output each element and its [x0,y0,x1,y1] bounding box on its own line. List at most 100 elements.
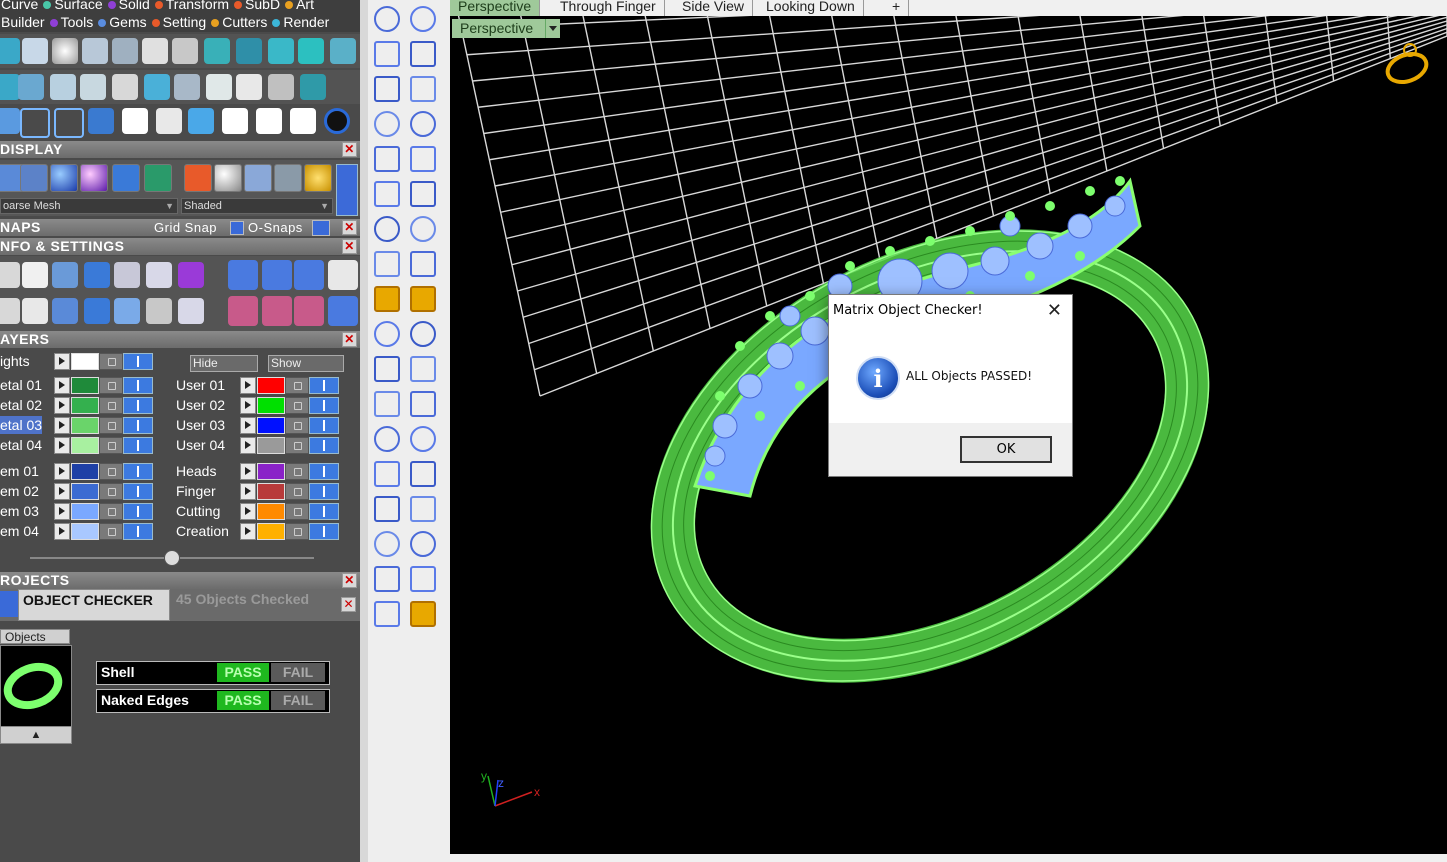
lock-icon[interactable] [285,463,309,480]
tool-icon[interactable] [206,74,232,100]
filter-icon[interactable] [114,298,140,324]
transform-icon[interactable] [262,296,292,326]
sphere-purple-icon[interactable] [80,164,108,192]
move-icon[interactable] [122,108,148,134]
layer-name[interactable]: etal 03 [0,416,43,434]
box-icon[interactable] [84,262,110,288]
add-tab-icon[interactable]: + [884,0,910,16]
tool-icon[interactable] [142,38,168,64]
transform-icon[interactable] [228,296,258,326]
visibility-toggle[interactable] [309,463,339,480]
hide-button[interactable]: Hide [190,355,258,372]
grid-snap-label[interactable]: Grid Snap [154,219,217,236]
visibility-toggle[interactable] [309,483,339,500]
draw-tool-icon[interactable] [410,391,436,417]
lock-icon[interactable] [99,417,123,434]
cube-purple-icon[interactable] [178,262,204,288]
lock-icon[interactable] [285,523,309,540]
tool-icon[interactable] [174,74,200,100]
layer-name[interactable]: Creation [176,522,229,540]
layer-name[interactable]: Cutting [176,502,220,520]
tool-icon[interactable] [300,74,326,100]
visibility-toggle[interactable] [123,417,153,434]
tab-perspective[interactable]: Perspective [450,0,541,16]
draw-tool-icon[interactable] [410,111,436,137]
sphere-icon[interactable] [50,164,78,192]
frame-icon[interactable] [294,260,324,290]
expand-arrow-icon[interactable] [240,483,256,500]
visibility-toggle[interactable] [309,437,339,454]
frame-icon[interactable] [262,260,292,290]
close-icon[interactable]: ✕ [1047,300,1062,321]
tool-icon[interactable] [268,38,294,64]
expand-arrow-icon[interactable] [54,437,70,454]
osnaps-label[interactable]: O-Snaps [248,219,303,236]
transform-icon[interactable] [294,296,324,326]
draw-tool-icon[interactable] [410,41,436,67]
search-icon[interactable] [22,262,48,288]
tool-icon[interactable] [144,74,170,100]
visibility-toggle[interactable] [123,397,153,414]
expand-arrow-icon[interactable] [54,503,70,520]
ok-button[interactable]: OK [960,436,1052,463]
tool-icon[interactable] [88,108,114,134]
layer-color-swatch[interactable] [71,417,99,434]
menu-tools[interactable]: Tools [60,14,95,30]
draw-tool-icon[interactable] [374,216,400,242]
draw-tool-icon[interactable] [374,531,400,557]
expand-arrow-icon[interactable] [240,397,256,414]
wire-ball-icon[interactable] [244,164,272,192]
grid-icon[interactable] [0,298,20,324]
visibility-toggle[interactable] [309,523,339,540]
close-icon[interactable]: ✕ [342,239,357,254]
layer-color-swatch[interactable] [257,483,285,500]
menu-gems[interactable]: Gems [108,14,147,30]
document-icon[interactable] [178,298,204,324]
tool-icon[interactable] [268,74,294,100]
draw-tool-icon[interactable] [410,181,436,207]
draw-tool-icon[interactable] [410,251,436,277]
shade-combo[interactable]: Shaded ▼ [181,198,333,214]
visibility-toggle[interactable] [123,503,153,520]
layer-slider-thumb[interactable] [164,550,180,566]
draw-tool-icon[interactable] [374,601,400,627]
draw-tool-icon[interactable] [410,216,436,242]
settings-icon[interactable] [0,262,20,288]
draw-tool-icon[interactable] [374,566,400,592]
checklist-icon[interactable] [146,298,172,324]
layer-color-swatch[interactable] [257,437,285,454]
layer-name[interactable]: em 01 [0,462,39,480]
draw-tool-icon[interactable] [410,601,436,627]
tool-icon[interactable] [290,108,316,134]
menu-transform[interactable]: Transform [165,0,230,12]
render-icon[interactable] [184,164,212,192]
tool-icon[interactable] [112,74,138,100]
draw-tool-icon[interactable] [410,321,436,347]
monitor-icon[interactable] [22,298,48,324]
tool-icon[interactable] [50,74,76,100]
menu-cutters[interactable]: Cutters [221,14,268,30]
layer-name[interactable]: em 02 [0,482,39,500]
tab-looking-down[interactable]: Looking Down [758,0,864,16]
close-icon[interactable]: ✕ [341,597,356,612]
tool-icon[interactable] [0,38,20,64]
draw-tool-icon[interactable] [374,496,400,522]
layer-color-swatch[interactable] [71,483,99,500]
layer-name[interactable]: User 04 [176,436,225,454]
visibility-toggle[interactable] [309,503,339,520]
close-icon[interactable]: ✕ [342,142,357,157]
menu-render[interactable]: Render [282,14,330,30]
pointer-icon[interactable] [228,260,258,290]
gold-ball-icon[interactable] [304,164,332,192]
draw-tool-icon[interactable] [410,461,436,487]
ring-logo-icon[interactable] [1384,43,1430,87]
tool-icon[interactable] [82,38,108,64]
expand-arrow-icon[interactable] [240,503,256,520]
tool-icon[interactable] [236,38,262,64]
draw-tool-icon[interactable] [410,6,436,32]
lock-icon[interactable] [99,353,123,370]
circle-icon[interactable] [324,108,350,134]
visibility-toggle[interactable] [123,437,153,454]
layer-name[interactable]: Heads [176,462,216,480]
visibility-toggle[interactable] [123,523,153,540]
